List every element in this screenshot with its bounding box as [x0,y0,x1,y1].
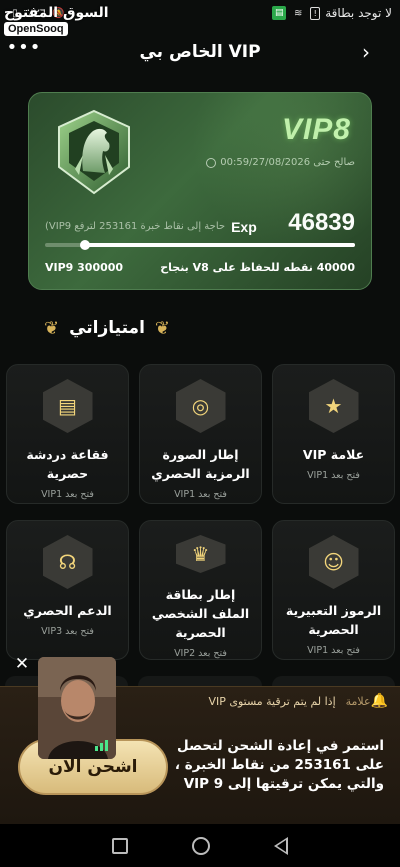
privilege-name: إطار الصورة الرمزية الحصري [151,447,250,481]
privilege-unlock: فتح بعد VIP1 [307,470,360,481]
vip-badge-icon [58,109,130,195]
vip-progress-fill [85,243,355,247]
clock-icon [206,157,217,168]
next-level: VIP9 300000 [45,261,124,274]
opensooq-watermark: السوق المفتوح OpenSooq [4,4,109,36]
floating-video-thumbnail[interactable] [38,657,116,759]
privilege-tile[interactable]: ★ علامة VIP فتح بعد VIP1 [272,364,395,504]
back-button[interactable]: › [356,41,376,63]
privilege-unlock: فتح بعد VIP2 [174,648,227,659]
emoji-icon: ☺ [308,535,359,589]
page-title: الخاص بي VIP [139,42,261,62]
laurel-left-icon: ❦ [44,317,60,339]
privileges-header: ❦ امتيازاتي ❦ [0,310,400,346]
android-nav-bar [0,824,400,867]
wifi-icon: ≋ [294,7,303,19]
profile-card-icon: ♛ [175,535,226,573]
privileges-title: امتيازاتي [69,318,145,338]
carrier-text: لا توجد بطاقة [325,6,392,20]
exp-row: 46839 Exp حاجة إلى نقاط خبرة 253161 لترف… [45,207,355,237]
vip-progress-knob [80,240,91,250]
privilege-name: علامة VIP [302,447,365,462]
exp-needed: حاجة إلى نقاط خبرة 253161 لترفع VIP9) [45,221,226,232]
privilege-name: الدعم الحصري [23,603,112,618]
privilege-unlock: فتح بعد VIP3 [41,626,94,637]
privilege-tile[interactable]: ◎ إطار الصورة الرمزية الحصري فتح بعد VIP… [139,364,262,504]
laurel-right-icon: ❦ [154,317,170,339]
privilege-tile[interactable]: ☊ الدعم الحصري فتح بعد VIP3 [6,520,129,660]
notice-tag: علامة [345,694,371,708]
valid-until: صالح حتى 00:59/27/08/2026 [206,157,355,168]
notice-bar: 🔔 علامة إذا لم يتم ترقية مستوى VIP [110,687,388,715]
vip-progress-bar [45,240,355,250]
close-icon[interactable]: ✕ [11,653,33,675]
privilege-unlock: فتح بعد VIP1 [307,645,360,656]
page-header: ••• الخاص بي VIP › [0,32,400,72]
home-button[interactable] [192,836,210,855]
privilege-tile[interactable]: ☺ الرموز التعبيرية الحصرية فتح بعد VIP1 [272,520,395,660]
watermark-english: OpenSooq [4,22,68,36]
live-signal-icon [95,740,108,751]
badge-icon: ★ [308,379,359,433]
more-options-button[interactable]: ••• [6,39,42,61]
privilege-name: إطار بطاقة الملف الشخصي الحصرية [151,587,250,640]
bell-icon: 🔔 [370,693,388,709]
privilege-tile[interactable]: ▤ فقاعة دردشة حصرية فتح بعد VIP1 [6,364,129,504]
card-bottom-row: VIP9 300000 40000 نقطه للحفاظ على V8 بنج… [45,261,355,274]
privilege-unlock: فتح بعد VIP1 [41,489,94,500]
privileges-grid: ★ علامة VIP فتح بعد VIP1 ◎ إطار الصورة ا… [5,364,395,660]
privilege-name: الرموز التعبيرية الحصرية [285,603,382,637]
privilege-unlock: فتح بعد VIP1 [174,489,227,500]
avatar-frame-icon: ◎ [175,379,226,433]
privilege-tile[interactable]: ♛ إطار بطاقة الملف الشخصي الحصرية فتح بع… [139,520,262,660]
notice-text: إذا لم يتم ترقية مستوى VIP [208,694,336,708]
headset-icon: ☊ [42,535,93,589]
status-right: ▤ ≋ ! لا توجد بطاقة [272,6,392,20]
privilege-name: فقاعة دردشة حصرية [26,447,109,481]
recents-button[interactable] [112,837,128,854]
exp-value: 46839 [288,209,355,236]
vip-status-card: VIP8 صالح حتى 00:59/27/08/2026 46839 Exp… [28,92,372,290]
carrier-icon: ▤ [272,6,287,20]
vip-level: VIP8 [281,113,351,146]
sim-icon: ! [310,6,321,20]
valid-until-text: صالح حتى 00:59/27/08/2026 [220,157,355,168]
chat-bubble-icon: ▤ [42,379,93,433]
nav-back-button[interactable] [274,836,288,855]
promo-message: استمر في إعادة الشحن لتحصل على 253161 من… [174,738,384,792]
watermark-arabic: السوق المفتوح [4,5,109,21]
exp-label: Exp [231,219,257,235]
keep-level-text: 40000 نقطه للحفاظ على V8 بنجاح [160,261,355,274]
